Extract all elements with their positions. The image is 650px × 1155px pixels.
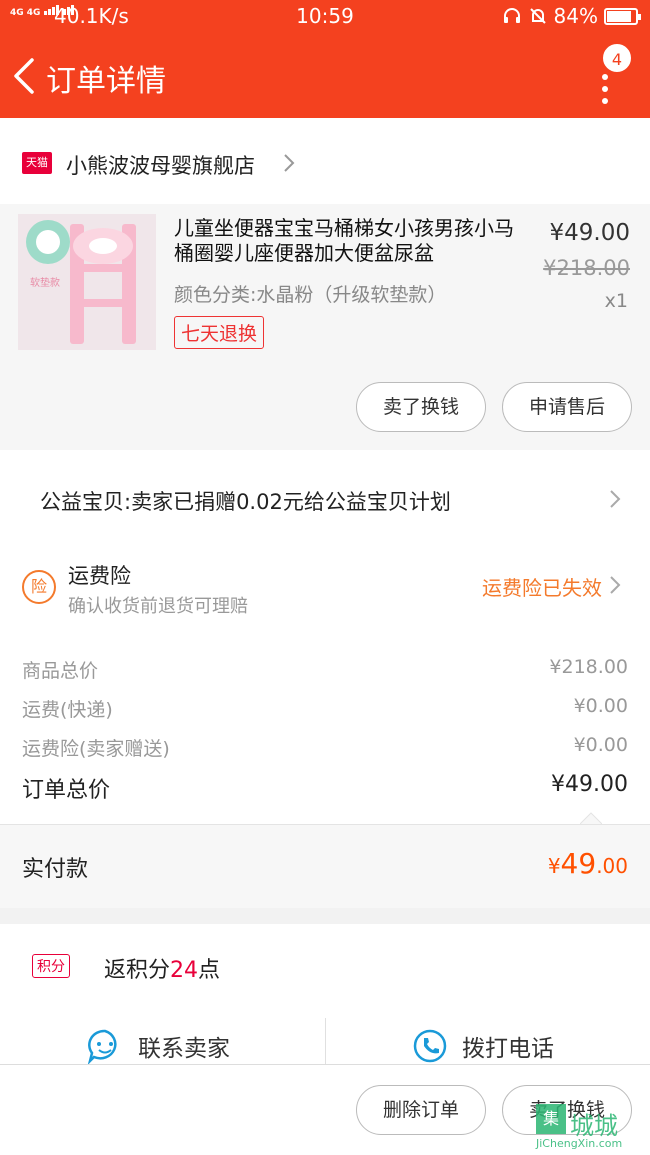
- phone-icon: [413, 1029, 447, 1063]
- summary-row: 运费险(卖家赠送) ¥0.00: [22, 734, 628, 761]
- tmall-logo: 天猫: [22, 152, 52, 174]
- shop-name[interactable]: 小熊波波母婴旗舰店: [66, 150, 255, 180]
- summary-row: 商品总价 ¥218.00: [22, 656, 628, 683]
- contact-bar: 联系卖家 拨打电话: [0, 1014, 650, 1066]
- points-text: 返积分24点: [104, 952, 220, 984]
- points-amount: 24: [170, 958, 199, 983]
- product-price: ¥49.00: [549, 220, 630, 246]
- contact-seller-label: 联系卖家: [138, 1036, 230, 1062]
- shop-row[interactable]: 天猫 小熊波波母婴旗舰店: [0, 118, 650, 204]
- message-count-badge: 4: [601, 42, 633, 74]
- page-title: 订单详情: [46, 64, 166, 99]
- chevron-right-icon: [610, 576, 621, 594]
- paid-integer: 49: [560, 847, 597, 880]
- contact-seller-button[interactable]: 联系卖家: [86, 1028, 230, 1064]
- product-image[interactable]: 软垫款: [18, 214, 156, 350]
- watermark-logo: 集: [536, 1104, 566, 1134]
- battery-percent: 84%: [553, 4, 598, 28]
- points-prefix: 返积分: [104, 958, 171, 983]
- thumb-label: 软垫款: [30, 278, 60, 289]
- nav-bar: 订单详情 4: [0, 34, 650, 118]
- price-summary: 商品总价 ¥218.00 运费(快递) ¥0.00 运费险(卖家赠送) ¥0.0…: [0, 644, 650, 825]
- product-original-price: ¥218.00: [543, 256, 630, 280]
- pointer-arrow: [580, 812, 602, 825]
- insurance-icon: 险: [22, 570, 56, 604]
- delete-order-button[interactable]: 删除订单: [356, 1085, 486, 1135]
- paid-label: 实付款: [22, 857, 89, 882]
- return-policy-tag: 七天退换: [174, 316, 265, 349]
- points-tag: 积分: [32, 954, 70, 978]
- watermark-cn: 城城: [570, 1112, 618, 1140]
- paid-currency: ¥: [547, 854, 561, 878]
- product-sku: 颜色分类:水晶粉（升级软垫款）: [174, 284, 447, 306]
- status-bar: 4G 4G 40.1K/s 10:59 84%: [0, 0, 650, 34]
- paid-value: ¥49.00: [548, 847, 628, 880]
- summary-row: 运费(快递) ¥0.00: [22, 695, 628, 722]
- paid-decimal: .00: [596, 854, 628, 878]
- after-sale-button[interactable]: 申请售后: [502, 382, 632, 432]
- product-card[interactable]: 软垫款 儿童坐便器宝宝马桶梯女小孩男孩小马桶圈婴儿座便器加大便盆尿盆 颜色分类:…: [0, 204, 650, 450]
- insurance-subtitle: 确认收货前退货可理赔: [68, 596, 248, 617]
- product-title[interactable]: 儿童坐便器宝宝马桶梯女小孩男孩小马桶圈婴儿座便器加大便盆尿盆: [174, 216, 524, 266]
- summary-value: ¥0.00: [573, 734, 628, 756]
- watermark: 集 城城 JiChengXin.com: [530, 1104, 650, 1155]
- paid-amount-row: 实付款 ¥49.00: [0, 824, 650, 908]
- order-total-row: 订单总价 ¥49.00: [22, 772, 628, 804]
- insurance-status[interactable]: 运费险已失效: [482, 572, 602, 601]
- summary-label: 运费(快递): [22, 699, 113, 721]
- mute-bell-icon: [529, 8, 546, 24]
- chevron-right-icon: [284, 154, 295, 172]
- product-quantity: x1: [604, 290, 628, 312]
- insurance-title: 运费险: [68, 564, 131, 588]
- chevron-right-icon: [610, 490, 621, 508]
- points-row: 积分 返积分24点: [0, 924, 650, 1014]
- back-arrow-icon[interactable]: [10, 54, 40, 98]
- order-total-label: 订单总价: [22, 778, 111, 803]
- shipping-insurance-row[interactable]: 险 运费险 确认收货前退货可理赔 运费险已失效: [0, 550, 650, 644]
- summary-value: ¥0.00: [573, 695, 628, 717]
- divider: [325, 1018, 326, 1066]
- resell-button[interactable]: 卖了换钱: [356, 382, 486, 432]
- watermark-en: JiChengXin.com: [536, 1137, 623, 1150]
- summary-label: 运费险(卖家赠送): [22, 738, 170, 760]
- summary-label: 商品总价: [22, 660, 99, 682]
- order-total-value: ¥49.00: [551, 772, 628, 797]
- call-phone-button[interactable]: 拨打电话: [412, 1028, 554, 1064]
- summary-value: ¥218.00: [549, 656, 628, 678]
- headphone-icon: [503, 8, 520, 23]
- points-suffix: 点: [198, 958, 221, 983]
- call-phone-label: 拨打电话: [462, 1036, 554, 1062]
- charity-text: 公益宝贝:卖家已捐赠0.02元给公益宝贝计划: [40, 490, 451, 514]
- battery-icon: [604, 7, 641, 25]
- chat-bubble-icon: [87, 1029, 117, 1064]
- charity-row[interactable]: 公益宝贝:卖家已捐赠0.02元给公益宝贝计划: [0, 450, 650, 550]
